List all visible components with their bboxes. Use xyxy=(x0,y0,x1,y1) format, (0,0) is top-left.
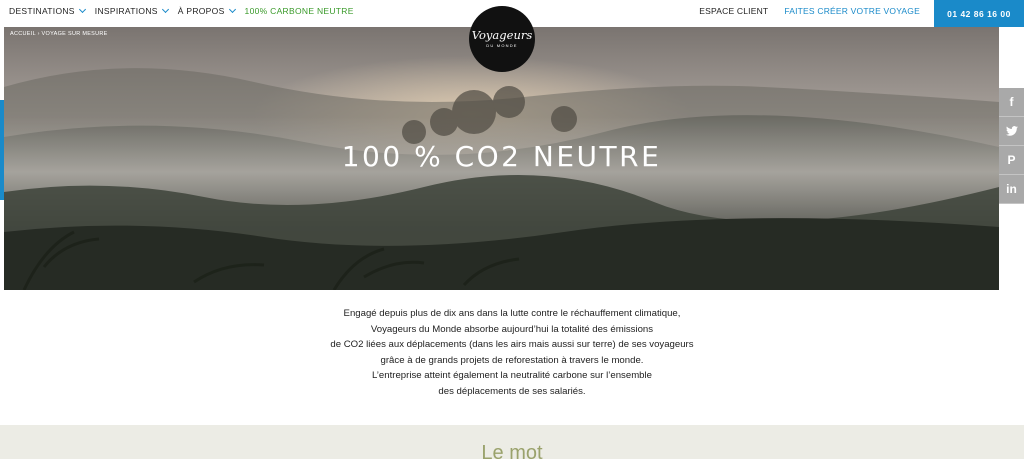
menu-inspirations[interactable]: INSPIRATIONS xyxy=(94,5,169,16)
espace-client-link[interactable]: ESPACE CLIENT xyxy=(691,0,776,22)
menu-destinations[interactable]: DESTINATIONS xyxy=(9,5,86,16)
faites-creer-link[interactable]: FAITES CRÉER VOTRE VOYAGE xyxy=(776,0,928,22)
account-menu: ESPACE CLIENT FAITES CRÉER VOTRE VOYAGE … xyxy=(691,0,1024,27)
breadcrumb[interactable]: ACCUEIL › VOYAGE SUR MESURE xyxy=(10,31,108,37)
phone-button[interactable]: 01 42 86 16 00 xyxy=(934,0,1024,27)
menu-carbone-neutre-label: 100% CARBONE NEUTRE xyxy=(244,6,354,16)
voyageurs-logo[interactable]: Voyageurs DU MONDE xyxy=(469,6,535,72)
pinterest-icon[interactable]: P xyxy=(999,146,1024,175)
section-band: Le mot xyxy=(0,425,1024,464)
intro-line: Voyageurs du Monde absorbe aujourd’hui l… xyxy=(370,323,654,335)
intro-line: Engagé depuis plus de dix ans dans la lu… xyxy=(343,308,681,319)
page-title: 100 % CO2 NEUTRE xyxy=(341,140,662,173)
menu-inspirations-label: INSPIRATIONS xyxy=(94,6,158,16)
logo-subtitle: DU MONDE xyxy=(486,43,518,48)
facebook-icon[interactable]: f xyxy=(999,88,1024,117)
intro-line: grâce à de grands projets de reforestati… xyxy=(380,354,644,366)
chevron-down-icon xyxy=(228,5,236,14)
main-menu: DESTINATIONS INSPIRATIONS À PROPOS 100% … xyxy=(9,0,354,22)
menu-a-propos[interactable]: À PROPOS xyxy=(177,5,236,16)
menu-destinations-label: DESTINATIONS xyxy=(9,6,75,16)
menu-carbone-neutre[interactable]: 100% CARBONE NEUTRE xyxy=(245,6,354,16)
intro-line: des déplacements de ses salariés. xyxy=(438,385,586,397)
logo-brand: Voyageurs xyxy=(471,28,533,42)
chevron-down-icon xyxy=(78,5,86,14)
twitter-icon[interactable] xyxy=(999,117,1024,146)
social-share-bar: f P in xyxy=(999,88,1024,204)
intro-line: de CO2 liées aux déplacements (dans les … xyxy=(330,339,694,350)
linkedin-icon[interactable]: in xyxy=(999,175,1024,204)
intro-line: L’entreprise atteint également la neutra… xyxy=(372,370,652,381)
intro-text: Engagé depuis plus de dix ans dans la lu… xyxy=(0,306,1024,399)
section-title: Le mot xyxy=(481,442,543,464)
chevron-down-icon xyxy=(161,5,169,14)
menu-a-propos-label: À PROPOS xyxy=(177,6,225,16)
